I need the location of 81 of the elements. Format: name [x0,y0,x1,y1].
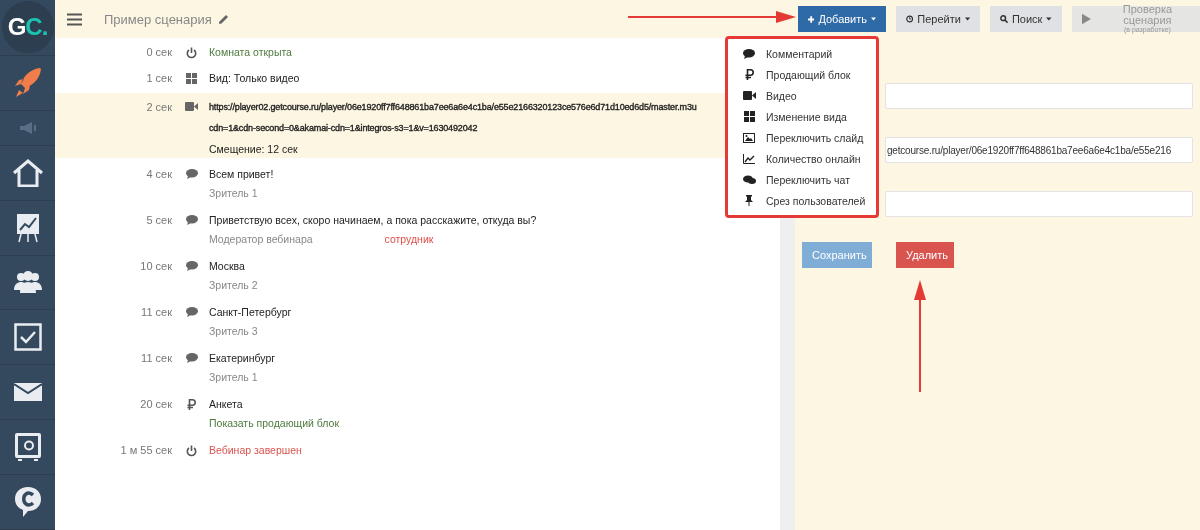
checkbox-icon[interactable] [13,323,42,352]
event-text: Приветствую всех, скоро начинаем, а пока расскажите, откуда вы? [209,213,537,227]
menu-item[interactable]: Комментарий [728,43,876,64]
comment-author: Зритель 1 [209,187,258,199]
event-text: Москва [209,259,246,273]
video-camera-icon [185,102,198,111]
event-time: 5 сек [145,213,172,226]
toolbar-button[interactable]: Поиск [990,6,1062,32]
video-camera-icon [742,91,756,100]
grid-icon [743,111,755,122]
comment-icon [185,261,198,271]
toolbar-button[interactable]: Добавить [798,6,886,32]
input-field[interactable]: getcourse.ru/player/06e1920ff7ff648861ba7ee6a6e4c1ba/e55e216 [885,137,1193,163]
event-time: 11 сек [140,305,172,318]
pin-icon [745,195,753,206]
comment-author: Зритель 2 [209,279,258,291]
power-icon [186,47,197,59]
menu-item[interactable]: Продающий блок [728,64,876,85]
power-icon [186,445,197,457]
users-icon[interactable] [12,270,43,295]
clock-icon [906,14,914,24]
event-text: Вебинар завершен [209,443,302,457]
caret-icon [871,17,876,21]
event-time: 10 сек [139,259,172,272]
event-detail: Смещение: 12 сек [209,142,299,157]
plus-icon [808,14,815,24]
event-text: Всем привет! [209,167,274,181]
event-time: 2 сек [145,100,172,113]
staff-label: сотрудник [384,233,434,245]
rocket-icon[interactable] [12,65,43,100]
comment-author: Зритель 1 [209,371,258,383]
search-icon [1000,14,1008,24]
comments-icon [742,174,756,185]
chat-logo-icon[interactable] [13,486,42,518]
caret-icon [1046,17,1052,21]
menu-item[interactable]: Количество онлайн [728,148,876,169]
input-field[interactable] [885,191,1193,217]
event-detail: cdn=1&cdn-second=0&akamai-cdn=1&integros-s3=1&v=1630492042 [209,122,479,135]
menu-item[interactable]: Изменение вида [728,106,876,127]
menu-item[interactable]: Переключить чат [728,169,876,190]
ruble-icon [744,69,754,80]
comment-icon [743,48,755,59]
event-text: Екатеринбург [209,351,276,365]
event-time: 4 сек [145,167,172,180]
comment-icon [185,215,198,225]
event-time: 0 сек [145,45,172,58]
grid-icon [186,73,197,84]
toolbar-button[interactable]: Перейти [896,6,980,32]
scenario-title: Пример сценария [104,11,212,27]
comment-author: Зритель 3 [209,325,258,337]
comment-author: Модератор вебинара [209,233,313,245]
ruble-icon [187,399,196,410]
comment-icon [185,353,198,363]
event-text: https://player02.getcourse.ru/player/06e1920ff7ff648861ba7ee6a6e4c1ba/e55e2166320123ce576e6d71d10ed6d5/master.m3u [209,101,697,114]
safe-icon[interactable] [13,432,42,463]
event-time: 11 сек [140,351,172,364]
delete-button[interactable]: Удалить [896,242,954,268]
event-text: Анкета [209,397,244,411]
comment-icon [185,169,198,179]
event-text: Комната открыта [209,45,292,59]
caret-icon [964,17,970,21]
event-time: 20 сек [139,397,172,410]
line-chart-icon [743,153,755,164]
menu-item[interactable]: Переключить слайд [728,127,876,148]
menu-item[interactable]: Срез пользователей [728,190,876,211]
logo[interactable]: GC. [1,1,54,54]
event-action: Показать продающий блок [209,416,340,429]
pencil-icon[interactable] [217,13,229,25]
comment-icon [185,307,198,317]
mail-icon[interactable] [13,383,42,402]
input-field[interactable] [885,83,1193,109]
event-time: 1 м 55 сек [119,443,172,456]
home-icon[interactable] [12,158,43,187]
event-time: 1 сек [145,71,172,84]
event-text: Санкт-Петербург [209,305,292,319]
chart-board-icon[interactable] [14,212,41,243]
event-text: Вид: Только видео [209,71,300,85]
play-icon [1082,13,1091,25]
image-icon [743,132,755,143]
menu-item[interactable]: Видео [728,85,876,106]
menu-icon[interactable] [67,12,82,26]
